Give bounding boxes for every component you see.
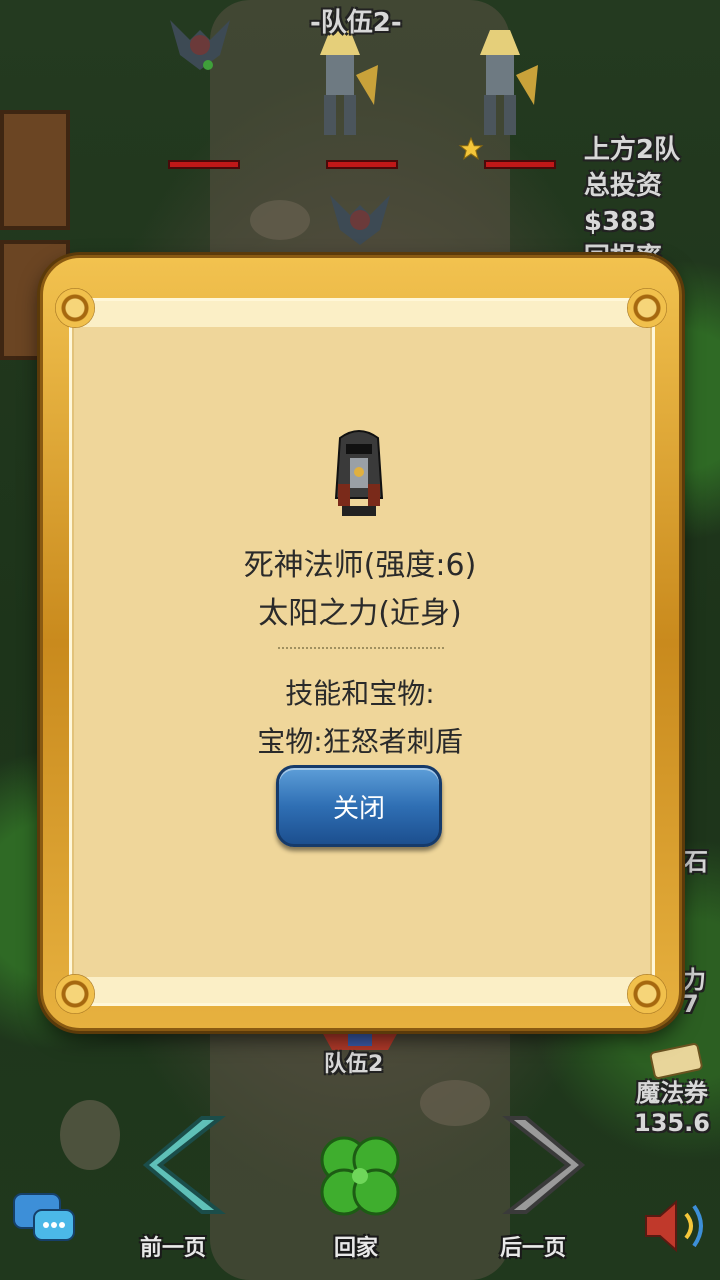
death-mage-sprite xyxy=(334,430,384,516)
health-bar xyxy=(484,160,556,169)
home-label[interactable]: 回家 xyxy=(334,1230,378,1262)
enemy-unit-sprite xyxy=(170,20,230,70)
unit-name-strength: 死神法师(强度:6) xyxy=(243,548,477,583)
scroll-curl-ornament xyxy=(55,974,95,1014)
enemy-unit-sprite xyxy=(330,195,390,245)
clover-icon[interactable] xyxy=(312,1128,408,1224)
dialog-parchment xyxy=(69,298,655,1006)
magic-voucher: 魔法券 135.6 xyxy=(634,1078,710,1138)
dotted-divider xyxy=(278,647,444,649)
parchment-top-stripe xyxy=(72,301,652,327)
scroll-curl-ornament xyxy=(627,974,667,1014)
close-button-label: 关闭 xyxy=(332,793,385,824)
magic-voucher-value: 135.6 xyxy=(634,1109,710,1137)
skills-treasures-heading: 技能和宝物: xyxy=(285,677,435,710)
next-page-label[interactable]: 后一页 xyxy=(500,1230,566,1262)
unit-info-dialog xyxy=(40,255,682,1031)
scroll-curl-ornament xyxy=(627,288,667,328)
chevron-right-icon[interactable] xyxy=(498,1110,588,1220)
sound-icon[interactable] xyxy=(640,1196,712,1256)
scroll-curl-ornament xyxy=(55,288,95,328)
total-investment-label: 总投资 xyxy=(583,171,662,201)
team-label-top: -队伍2- xyxy=(310,8,402,38)
chevron-left-icon[interactable] xyxy=(140,1110,230,1220)
star-icon xyxy=(458,136,484,161)
partial-text: 石 xyxy=(684,848,708,876)
prev-page-label[interactable]: 前一页 xyxy=(140,1230,206,1262)
partial-text: 7 xyxy=(682,990,699,1018)
total-investment-value: $383 xyxy=(583,207,657,237)
wooden-crate xyxy=(0,110,70,230)
team-label-bottom: 队伍2 xyxy=(324,1052,384,1077)
parchment-bottom-stripe xyxy=(72,977,652,1003)
close-button[interactable]: 关闭 xyxy=(276,765,442,847)
stone xyxy=(250,200,310,240)
health-bar xyxy=(168,160,240,169)
chat-icon[interactable] xyxy=(12,1190,78,1250)
stone xyxy=(420,1080,490,1126)
ticket-icon xyxy=(649,1043,703,1079)
health-bar xyxy=(326,160,398,169)
magic-voucher-label: 魔法券 xyxy=(635,1079,708,1107)
warrior-unit-sprite xyxy=(320,30,378,135)
unit-skill: 太阳之力(近身) xyxy=(258,596,462,631)
stone xyxy=(60,1100,120,1170)
treasure-text: 宝物:狂怒者刺盾 xyxy=(257,725,463,758)
team-position-text: 上方2队 xyxy=(583,135,680,165)
warrior-unit-sprite xyxy=(480,30,538,135)
